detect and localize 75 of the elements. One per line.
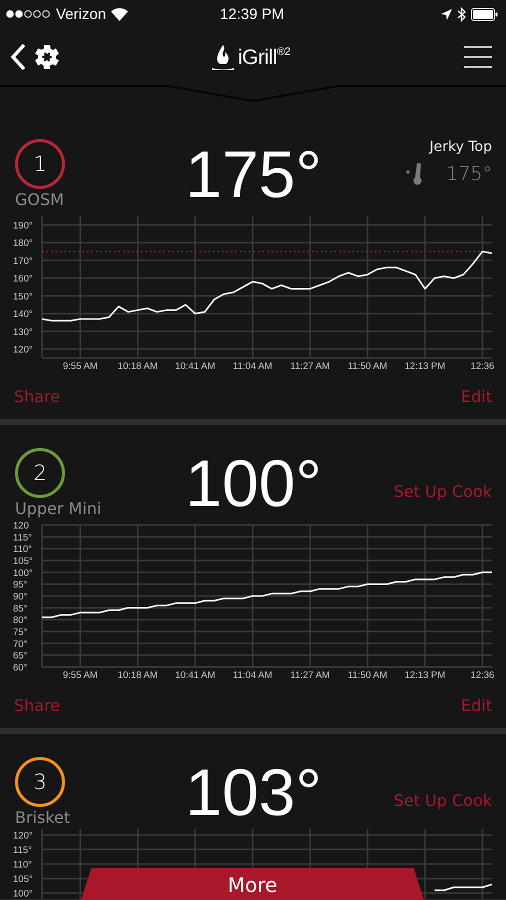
status-time: 12:39 PM	[220, 6, 284, 22]
flame-icon	[212, 44, 234, 70]
axis-label: 90°	[13, 592, 28, 602]
axis-label: 85°	[13, 603, 28, 614]
axis-label: 11:27 AM	[290, 361, 330, 372]
share-link[interactable]: Share	[14, 696, 60, 714]
probe-name: GOSM	[15, 189, 64, 211]
axis-label: 120	[13, 520, 29, 532]
more-button[interactable]: More	[81, 868, 424, 900]
edit-link[interactable]: Edit	[461, 696, 492, 714]
axis-label: 130°	[13, 326, 33, 338]
target-name: Jerky Top	[430, 139, 492, 155]
axis-label: 100°	[13, 888, 33, 899]
menu-icon	[464, 46, 492, 68]
axis-label: 11:04 AM	[232, 361, 272, 372]
location-icon	[441, 8, 452, 20]
temperature-line	[434, 884, 492, 892]
axis-label: 120°	[13, 830, 33, 842]
gear-icon	[34, 44, 60, 70]
settings-button[interactable]	[34, 44, 60, 70]
app-logo: iGrill$^{®2}$	[238, 46, 290, 70]
axis-label: 10:41 AM	[175, 670, 216, 681]
back-icon	[10, 42, 26, 70]
probe-temperature: 103°	[185, 759, 322, 829]
axis-label: 115°	[13, 844, 32, 856]
axis-label: 75°	[13, 627, 28, 638]
probe-number: 1	[15, 139, 65, 189]
axis-label: 10:41 AM	[175, 361, 216, 372]
axis-label: 140°	[13, 309, 33, 320]
probe-number: 2	[15, 448, 65, 498]
probe-temperature: 100°	[185, 450, 322, 520]
axis-label: 12:36	[470, 670, 494, 681]
axis-label: 110°	[13, 544, 32, 556]
carrier-name: Verizon	[56, 6, 106, 22]
axis-label: 160°	[13, 274, 33, 285]
signal-icon	[6, 10, 51, 18]
probe-name: Brisket	[15, 807, 70, 829]
axis-label: 170°	[13, 256, 33, 267]
probe-name: Upper Mini	[15, 498, 102, 520]
axis-label: 12:36	[470, 361, 494, 372]
axis-label: 11:04 AM	[232, 670, 272, 681]
axis-label: 120°	[13, 344, 33, 356]
axis-label: 110°	[13, 860, 32, 870]
axis-label: 100°	[13, 568, 33, 579]
axis-label: 60°	[13, 662, 28, 674]
axis-label: 11:50 AM	[348, 670, 388, 681]
axis-label: 105°	[13, 874, 33, 886]
target-temperature: 175°	[446, 163, 492, 185]
axis-label: 10:18 AM	[118, 361, 158, 372]
axis-label: 11:50 AM	[348, 361, 388, 372]
probe-temperature: 175°	[185, 141, 322, 211]
axis-label: 105°	[13, 556, 33, 567]
axis-label: 150°	[13, 291, 33, 302]
axis-label: 10:18 AM	[118, 670, 158, 681]
axis-label: 9:55 AM	[62, 361, 98, 372]
axis-label: 9:55 AM	[62, 670, 98, 681]
back-button[interactable]	[10, 42, 26, 70]
axis-label: 80°	[13, 615, 28, 626]
edit-link[interactable]: Edit	[461, 386, 492, 406]
battery-icon	[471, 8, 498, 20]
share-link[interactable]: Share	[14, 386, 60, 406]
probe-number: 3	[15, 757, 65, 807]
axis-label: 70°	[13, 638, 28, 650]
axis-label: 11:27 AM	[290, 670, 330, 681]
axis-label: 180°	[13, 238, 33, 250]
set-up-cook-link[interactable]: Set Up Cook	[394, 482, 492, 501]
wifi-icon	[111, 8, 128, 20]
axis-label: 12:13 PM	[404, 670, 446, 681]
axis-label: 190°	[13, 220, 33, 232]
axis-label: 95°	[13, 580, 28, 591]
set-up-cook-link[interactable]: Set Up Cook	[394, 791, 492, 810]
axis-label: 12:13 PM	[404, 361, 446, 372]
axis-label: 65°	[13, 650, 28, 662]
axis-label: 115°	[13, 532, 32, 544]
bluetooth-icon	[457, 6, 466, 22]
